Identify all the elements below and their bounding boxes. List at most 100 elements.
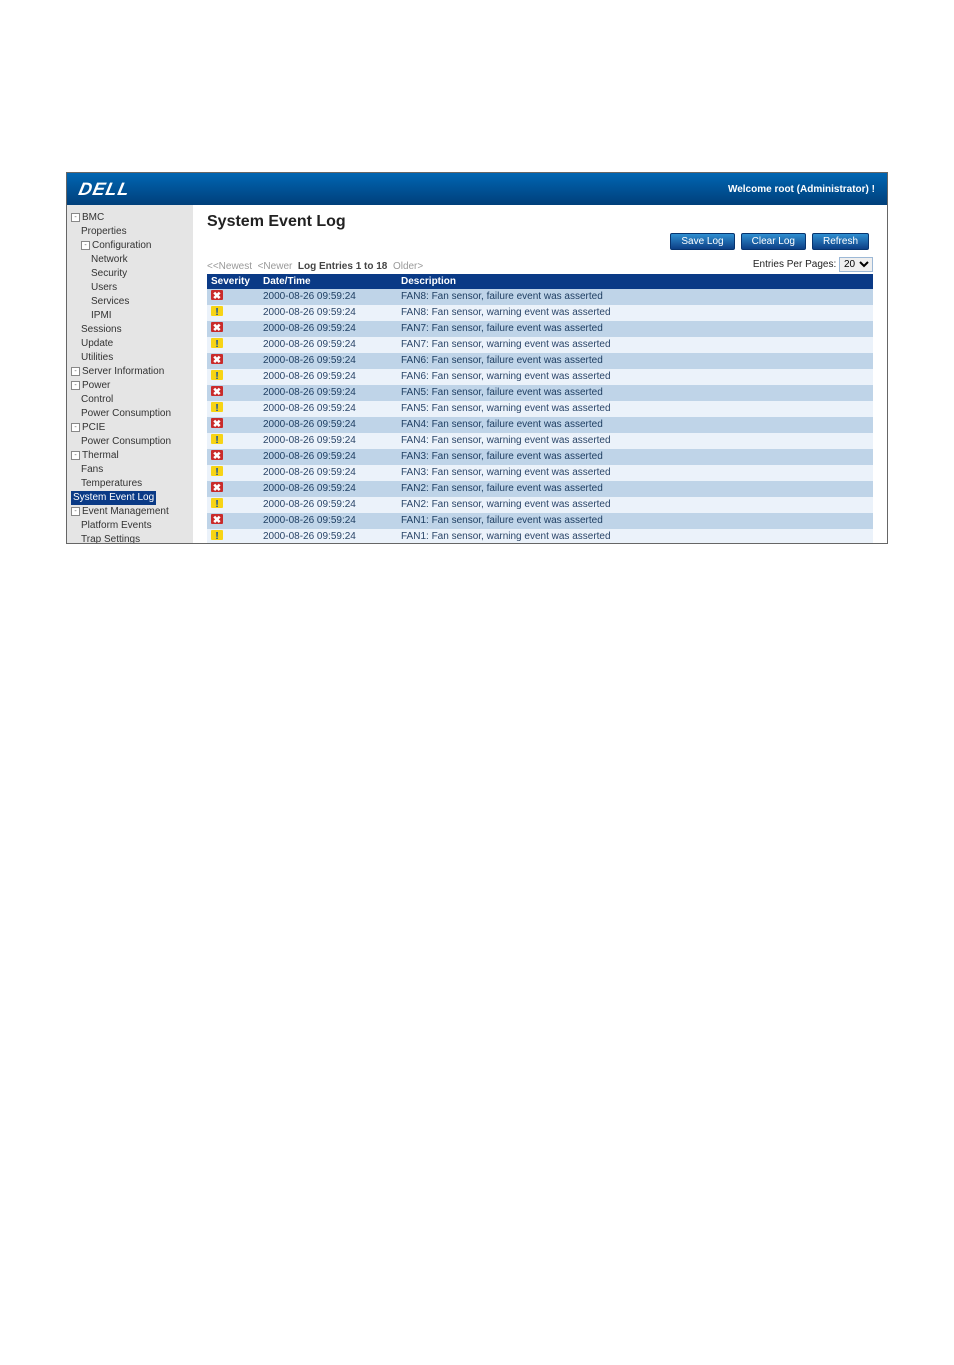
nav-item[interactable]: -Configuration <box>71 239 189 253</box>
cell-datetime: 2000-08-26 09:59:24 <box>259 353 397 369</box>
nav-item[interactable]: System Event Log <box>71 491 189 505</box>
header-bar: DELL Welcome root (Administrator) ! <box>67 173 887 205</box>
entries-select[interactable]: 20 <box>839 257 873 272</box>
action-buttons: Save Log Clear Log Refresh <box>670 233 869 250</box>
severity-icon: ✖ <box>211 450 223 460</box>
brand-logo: DELL <box>79 180 130 198</box>
nav-label: Sessions <box>81 324 122 335</box>
refresh-button[interactable]: Refresh <box>812 233 869 250</box>
nav-item[interactable]: Users <box>71 281 189 295</box>
entries-label: Entries Per Pages: <box>753 259 836 270</box>
nav-item[interactable]: Temperatures <box>71 477 189 491</box>
nav-item[interactable]: -Thermal <box>71 449 189 463</box>
col-severity: Severity <box>207 274 259 289</box>
pager: <<Newest <Newer Log Entries 1 to 18 Olde… <box>207 261 423 272</box>
nav-item[interactable]: -Power <box>71 379 189 393</box>
severity-icon: ! <box>211 466 223 476</box>
nav-label: Update <box>81 338 113 349</box>
nav-item[interactable]: Sessions <box>71 323 189 337</box>
nav-label: Power Consumption <box>81 436 171 447</box>
nav-item[interactable]: Platform Events <box>71 519 189 533</box>
cell-datetime: 2000-08-26 09:59:24 <box>259 481 397 497</box>
clear-log-button[interactable]: Clear Log <box>741 233 806 250</box>
cell-datetime: 2000-08-26 09:59:24 <box>259 385 397 401</box>
cell-description: FAN2: Fan sensor, failure event was asse… <box>397 481 873 497</box>
tree-toggle-icon[interactable]: - <box>71 507 80 516</box>
cell-description: FAN1: Fan sensor, failure event was asse… <box>397 513 873 529</box>
nav-item[interactable]: Control <box>71 393 189 407</box>
severity-icon: ✖ <box>211 482 223 492</box>
table-row: ✖ 2000-08-26 09:59:24FAN1: Fan sensor, fa… <box>207 513 873 529</box>
nav-item[interactable]: Fans <box>71 463 189 477</box>
nav-label: Thermal <box>82 450 119 461</box>
tree-toggle-icon[interactable]: - <box>71 451 80 460</box>
nav-label: Utilities <box>81 352 113 363</box>
severity-icon: ✖ <box>211 354 223 364</box>
severity-icon: ✖ <box>211 386 223 396</box>
cell-description: FAN4: Fan sensor, failure event was asse… <box>397 417 873 433</box>
cell-description: FAN3: Fan sensor, failure event was asse… <box>397 449 873 465</box>
nav-item[interactable]: Properties <box>71 225 189 239</box>
nav-label: Security <box>91 268 127 279</box>
pager-newer[interactable]: <Newer <box>258 261 293 272</box>
nav-item[interactable]: Services <box>71 295 189 309</box>
nav-item[interactable]: -Server Information <box>71 365 189 379</box>
nav-item[interactable]: Power Consumption <box>71 407 189 421</box>
nav-item[interactable]: -PCIE <box>71 421 189 435</box>
tree-toggle-icon[interactable]: - <box>71 381 80 390</box>
cell-datetime: 2000-08-26 09:59:24 <box>259 529 397 544</box>
pager-older[interactable]: Older> <box>393 261 423 272</box>
save-log-button[interactable]: Save Log <box>670 233 734 250</box>
nav-item[interactable]: Security <box>71 267 189 281</box>
tree-toggle-icon[interactable]: - <box>71 423 80 432</box>
col-description: Description <box>397 274 873 289</box>
app-window: DELL Welcome root (Administrator) ! -BMC… <box>66 172 888 544</box>
table-row: ✖2000-08-26 09:59:24FAN5: Fan sensor, fa… <box>207 385 873 401</box>
table-row: !2000-08-26 09:59:24FAN5: Fan sensor, wa… <box>207 401 873 417</box>
cell-description: FAN8: Fan sensor, failure event was asse… <box>397 289 873 305</box>
severity-icon: ! <box>211 530 223 540</box>
pager-newest[interactable]: <<Newest <box>207 261 252 272</box>
nav-label: Properties <box>81 226 127 237</box>
cell-datetime: 2000-08-26 09:59:24 <box>259 305 397 321</box>
table-row: !2000-08-26 09:59:24FAN4: Fan sensor, wa… <box>207 433 873 449</box>
nav-label: Event Management <box>82 506 169 517</box>
entries-per-page: Entries Per Pages: 20 <box>753 257 873 272</box>
cell-datetime: 2000-08-26 09:59:24 <box>259 289 397 305</box>
cell-description: FAN4: Fan sensor, warning event was asse… <box>397 433 873 449</box>
tree-toggle-icon[interactable]: - <box>71 213 80 222</box>
cell-description: FAN5: Fan sensor, warning event was asse… <box>397 401 873 417</box>
cell-description: FAN7: Fan sensor, failure event was asse… <box>397 321 873 337</box>
tree-toggle-icon[interactable]: - <box>81 241 90 250</box>
nav-label: Configuration <box>92 240 151 251</box>
nav-item[interactable]: Network <box>71 253 189 267</box>
severity-icon: ✖ <box>211 322 223 332</box>
cell-datetime: 2000-08-26 09:59:24 <box>259 433 397 449</box>
nav-item[interactable]: -Event Management <box>71 505 189 519</box>
cell-datetime: 2000-08-26 09:59:24 <box>259 321 397 337</box>
nav-item[interactable]: Update <box>71 337 189 351</box>
severity-icon: ! <box>211 498 223 508</box>
main-panel: System Event Log Save Log Clear Log Refr… <box>193 205 887 543</box>
nav-item[interactable]: -BMC <box>71 211 189 225</box>
nav-item[interactable]: Trap Settings <box>71 533 189 543</box>
nav-label: Power <box>82 380 110 391</box>
cell-datetime: 2000-08-26 09:59:24 <box>259 465 397 481</box>
severity-icon: ✖ <box>211 514 223 524</box>
severity-icon: ! <box>211 338 223 348</box>
cell-description: FAN7: Fan sensor, warning event was asse… <box>397 337 873 353</box>
nav-label: Temperatures <box>81 478 142 489</box>
cell-datetime: 2000-08-26 09:59:24 <box>259 369 397 385</box>
cell-datetime: 2000-08-26 09:59:24 <box>259 513 397 529</box>
nav-label: Server Information <box>82 366 164 377</box>
cell-datetime: 2000-08-26 09:59:24 <box>259 417 397 433</box>
nav-item[interactable]: Power Consumption <box>71 435 189 449</box>
table-row: !2000-08-26 09:59:24FAN2: Fan sensor, wa… <box>207 497 873 513</box>
tree-toggle-icon[interactable]: - <box>71 367 80 376</box>
nav-label: Platform Events <box>81 520 152 531</box>
side-nav: -BMCProperties-ConfigurationNetworkSecur… <box>67 205 193 543</box>
table-row: !2000-08-26 09:59:24FAN6: Fan sensor, wa… <box>207 369 873 385</box>
cell-description: FAN6: Fan sensor, warning event was asse… <box>397 369 873 385</box>
nav-item[interactable]: IPMI <box>71 309 189 323</box>
nav-item[interactable]: Utilities <box>71 351 189 365</box>
